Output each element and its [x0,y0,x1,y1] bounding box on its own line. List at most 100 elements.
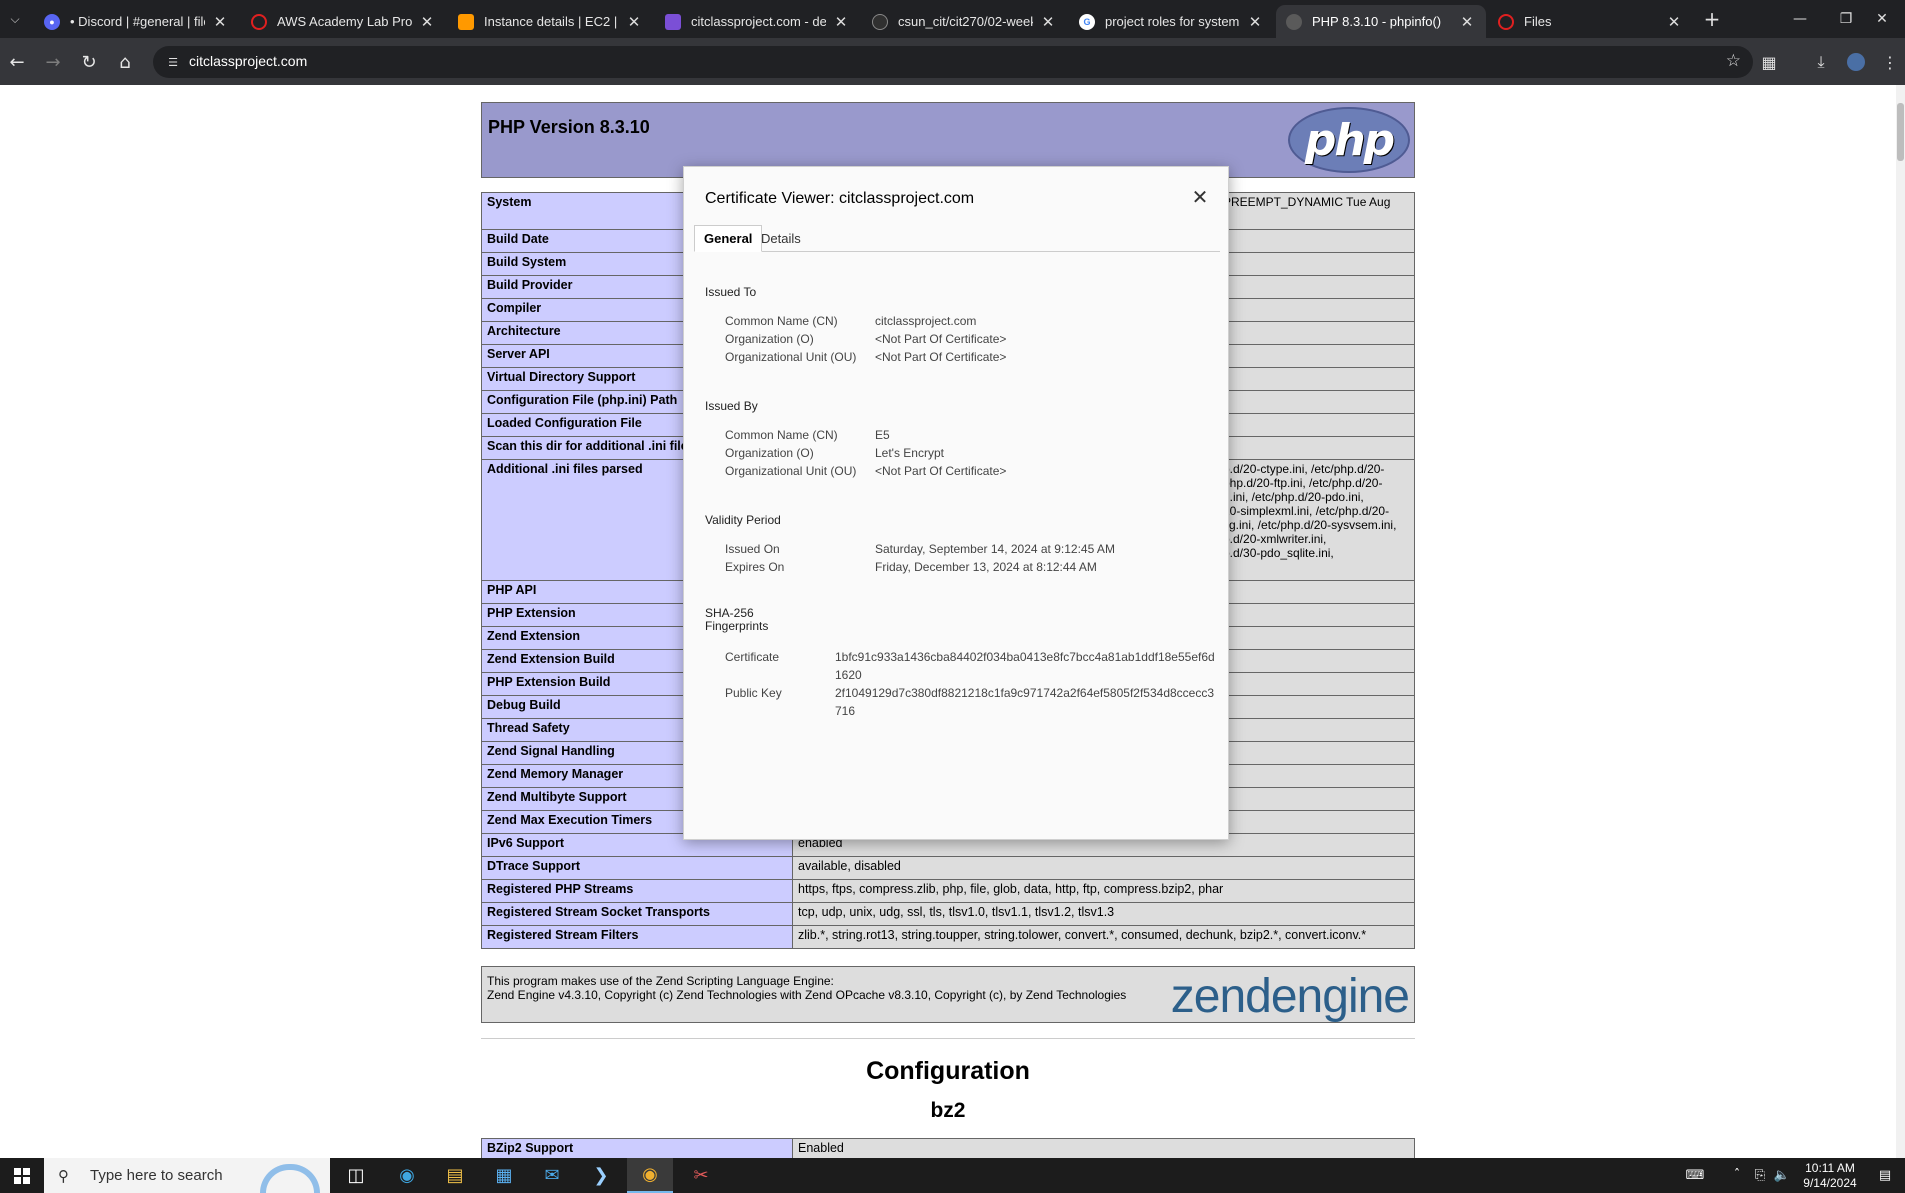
zend-version-line: Zend Engine v4.3.10, Copyright (c) Zend … [487,988,1127,1002]
tab-citclassproject-details[interactable]: citclassproject.com - deta ✕ [655,5,860,38]
menu-kebab-icon[interactable]: ⋮ [1876,48,1904,76]
close-tab-icon[interactable]: ✕ [1246,13,1264,31]
volume-icon[interactable]: 🔈 [1772,1158,1792,1193]
scrollbar-thumb[interactable] [1897,103,1904,161]
tab-github-week2[interactable]: csun_cit/cit270/02-week2 ✕ [862,5,1067,38]
notification-center-icon[interactable]: ▤ [1870,1158,1900,1193]
php-logo: php [1288,107,1410,173]
edge-browser-icon[interactable]: ◉ [384,1158,430,1193]
close-tab-icon[interactable]: ✕ [1039,13,1057,31]
issued-to-o: <Not Part Of Certificate> [875,332,1007,346]
issued-by-ou: <Not Part Of Certificate> [875,464,1007,478]
tab-strip: ⌵ ● • Discord | #general | file s ✕ AWS … [0,0,1905,38]
extensions-puzzle-icon[interactable]: ▦ [1755,48,1783,76]
minimize-window-icon[interactable]: — [1777,0,1823,38]
close-tab-icon[interactable]: ✕ [418,13,436,31]
dialog-title: Certificate Viewer: citclassproject.com [705,190,975,207]
network-icon[interactable]: ⎘ [1750,1158,1770,1193]
row-value: tcp, udp, unix, udg, ssl, tls, tlsv1.0, … [792,902,1415,926]
close-icon[interactable]: ✕ [1188,185,1212,209]
show-hidden-icons-chevron-icon[interactable]: ˆ [1727,1158,1747,1193]
public-key-fingerprint: 2f1049129d7c380df8821218c1fa9c971742a2f6… [835,686,1215,718]
search-placeholder: Type here to search [90,1167,223,1184]
aws-ec2-icon [458,13,474,30]
google-icon: G [1079,13,1095,30]
row-value: available, disabled [792,856,1415,880]
tab-search-chevron-icon[interactable]: ⌵ [4,8,26,30]
field-label: Public Key [725,686,782,700]
php-version-title: PHP Version 8.3.10 [488,117,650,137]
zend-engine-logo: zendengine [1170,970,1410,1023]
field-label: Organizational Unit (OU) [725,350,857,364]
bz2-heading: bz2 [930,1099,966,1122]
close-tab-icon[interactable]: ✕ [1665,13,1683,31]
address-url[interactable]: citclassproject.com [189,53,307,69]
field-label: Organization (O) [725,446,814,460]
chrome-icon[interactable]: ◉ [627,1158,673,1193]
keyboard-icon[interactable]: ⌨ [1680,1158,1710,1193]
windows-logo-icon [14,1167,30,1184]
table-row: Registered Stream Socket Transports tcp, … [481,902,1415,926]
close-tab-icon[interactable]: ✕ [1458,13,1476,31]
task-view-icon[interactable]: ◫ [333,1158,379,1193]
close-window-icon[interactable]: ✕ [1859,0,1905,38]
github-icon [872,13,888,30]
bookmark-star-icon[interactable]: ☆ [1726,51,1741,71]
taskbar-search-box[interactable]: ⚲ Type here to search [44,1158,330,1193]
tab-google-search[interactable]: G project roles for system ad ✕ [1069,5,1274,38]
new-tab-button[interactable]: + [1699,6,1725,32]
clock-date: 9/14/2024 [1803,1176,1857,1190]
row-value: https, ftps, compress.zlib, php, file, g… [792,879,1415,903]
start-button[interactable] [0,1158,44,1193]
address-bar[interactable]: ☰ citclassproject.com ☆ [153,46,1753,78]
microsoft-store-icon[interactable]: ▦ [481,1158,527,1193]
expires-on-value: Friday, December 13, 2024 at 8:12:44 AM [875,560,1097,574]
domain-registrar-icon [665,13,681,30]
issued-to-cn: citclassproject.com [875,314,977,328]
download-icon[interactable]: ⤓ [1807,48,1835,76]
powershell-icon[interactable]: ❯ [578,1158,624,1193]
close-tab-icon[interactable]: ✕ [625,13,643,31]
dialog-tabs: General Details [694,225,1220,252]
tab-aws-academy[interactable]: AWS Academy Lab Project ✕ [241,5,446,38]
search-highlight-graphic [260,1164,320,1193]
field-label: Expires On [725,560,785,574]
tab-phpinfo[interactable]: PHP 8.3.10 - phpinfo() ✕ [1276,5,1486,38]
taskbar-clock[interactable]: 10:11 AM 9/14/2024 [1800,1161,1860,1191]
issued-to-ou: <Not Part Of Certificate> [875,350,1007,364]
row-value: zlib.*, string.rot13, string.toupper, st… [792,925,1415,949]
file-explorer-icon[interactable]: ▤ [432,1158,478,1193]
close-tab-icon[interactable]: ✕ [832,13,850,31]
site-info-icon[interactable]: ☰ [165,54,181,70]
table-row: DTrace Support available, disabled [481,856,1415,880]
scrollbar[interactable] [1896,85,1905,1158]
field-label: Common Name (CN) [725,428,838,442]
aws-academy-icon [251,13,267,30]
field-label: Organizational Unit (OU) [725,464,857,478]
browser-toolbar: ← → ↻ ⌂ ☰ citclassproject.com ☆ ▦ ⤓ ⋮ [0,38,1905,85]
tab-discord[interactable]: ● • Discord | #general | file s ✕ [34,5,239,38]
table-row: Registered Stream Filters zlib.*, string.… [481,925,1415,949]
row-name: BZip2 Support [481,1138,793,1158]
issued-by-heading: Issued By [705,399,758,413]
discord-icon: ● [44,13,60,30]
field-label: Organization (O) [725,332,814,346]
row-name: Registered Stream Socket Transports [481,902,793,926]
bz2-table: BZip2 Support Enabled [481,1138,1415,1158]
tab-ec2-instance[interactable]: Instance details | EC2 | us-e ✕ [448,5,653,38]
profile-avatar-icon[interactable] [1842,48,1870,76]
home-icon[interactable]: ⌂ [110,47,140,77]
tab-details[interactable]: Details [752,225,810,252]
search-icon: ⚲ [58,1166,69,1185]
forward-arrow-icon[interactable]: → [38,47,68,77]
clock-time: 10:11 AM [1805,1161,1855,1175]
table-row: BZip2 Support Enabled [481,1138,1415,1158]
tab-files[interactable]: Files ✕ [1488,5,1693,38]
snipping-tool-icon[interactable]: ✂ [678,1158,724,1193]
reload-icon[interactable]: ↻ [74,47,104,77]
configuration-heading: Configuration [866,1057,1030,1085]
back-arrow-icon[interactable]: ← [2,47,32,77]
close-tab-icon[interactable]: ✕ [211,13,229,31]
mail-icon[interactable]: ✉ [529,1158,575,1193]
field-label: Common Name (CN) [725,314,838,328]
